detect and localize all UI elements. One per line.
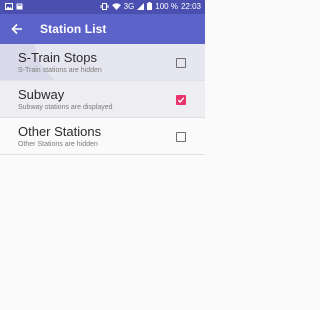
list-item-title: Other Stations (18, 124, 102, 139)
list-item-subtitle: Subway stations are displayed (18, 104, 113, 111)
s-train-checkbox[interactable] (176, 58, 186, 68)
clock: 22:03 (180, 2, 201, 11)
list-item-subway[interactable]: Subway Subway stations are displayed (0, 81, 205, 118)
network-type: 3G (123, 2, 135, 11)
status-bar: 3G 100 % 22:03 (0, 0, 205, 14)
battery-icon (147, 2, 153, 12)
list-item-subtitle: S-Train stations are hidden (18, 67, 102, 74)
checkmark-icon (177, 97, 185, 104)
wifi-icon (111, 2, 121, 12)
other-stations-checkbox[interactable] (176, 132, 186, 142)
battery-percent: 100 % (155, 2, 178, 11)
page-title: Station List (40, 22, 107, 36)
status-bar-left (5, 2, 23, 12)
app-toolbar: Station List (0, 14, 205, 44)
arrow-left-icon[interactable] (10, 22, 24, 36)
list-item-other[interactable]: Other Stations Other Stations are hidden (0, 118, 205, 155)
station-list: S-Train Stops S-Train stations are hidde… (0, 44, 205, 155)
list-item-title: S-Train Stops (18, 50, 97, 65)
list-item-s-train[interactable]: S-Train Stops S-Train stations are hidde… (0, 44, 205, 81)
signal-icon (137, 2, 145, 12)
list-item-subtitle: Other Stations are hidden (18, 141, 98, 148)
notification-icon (16, 3, 23, 12)
status-bar-right: 3G 100 % 22:03 (100, 2, 201, 12)
gallery-icon (5, 2, 13, 12)
list-item-title: Subway (18, 87, 65, 102)
subway-checkbox[interactable] (176, 95, 186, 105)
vibrate-icon (100, 2, 109, 12)
